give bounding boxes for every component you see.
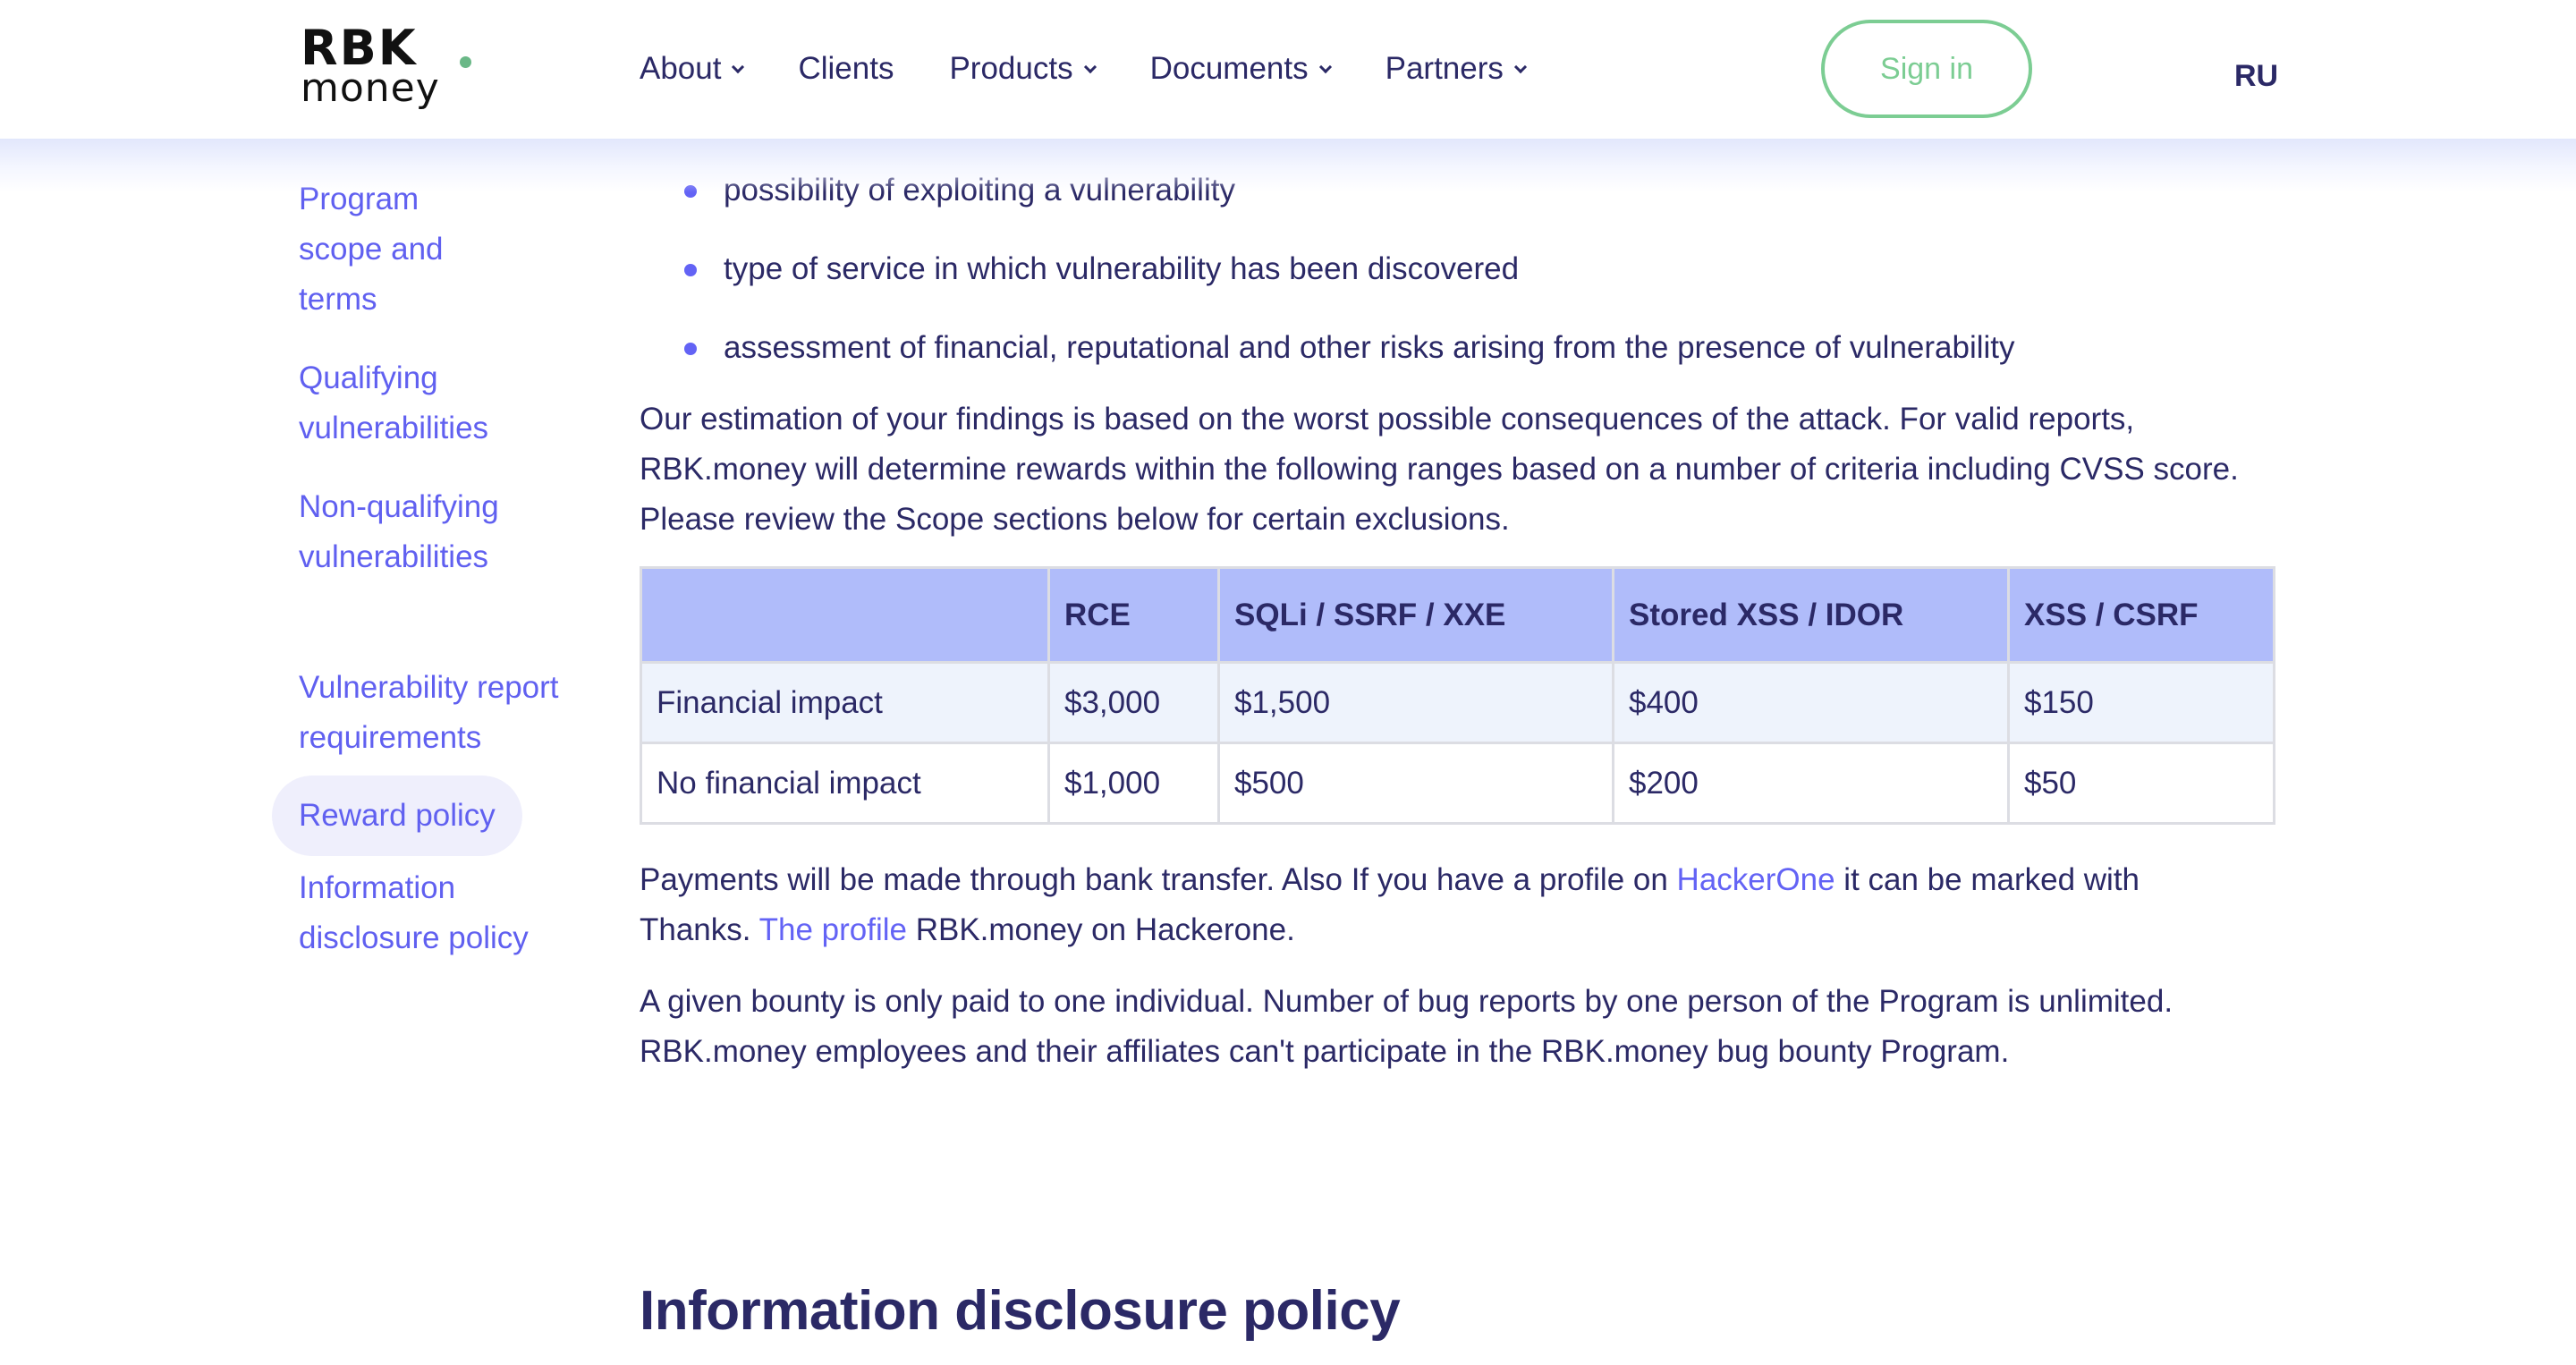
nav-item-about[interactable]: About bbox=[640, 51, 745, 87]
table-row: No financial impact $1,000 $500 $200 $50 bbox=[640, 742, 2275, 825]
rbk-money-logo[interactable]: RBK money bbox=[301, 23, 479, 113]
payments-text: RBK.money on Hackerone. bbox=[906, 912, 1295, 947]
nav-item-label: About bbox=[640, 51, 722, 86]
logo-dot bbox=[460, 56, 471, 68]
bullet-icon bbox=[684, 343, 697, 355]
list-item: assessment of financial, reputational an… bbox=[640, 323, 2276, 373]
table-cell: $400 bbox=[1612, 661, 2010, 744]
table-cell: Financial impact bbox=[640, 661, 1050, 744]
payments-text: Payments will be made through bank trans… bbox=[640, 862, 1677, 897]
table-cell: $1,000 bbox=[1047, 742, 1220, 825]
hackerone-link[interactable]: HackerOne bbox=[1677, 862, 1835, 897]
table-header-row: RCE SQLi / SSRF / XXE Stored XSS / IDOR … bbox=[640, 566, 2275, 664]
nav-item-products[interactable]: Products bbox=[949, 51, 1097, 87]
sidebar-item-program-scope[interactable]: Program scope and terms bbox=[272, 174, 513, 325]
nav-item-label: Clients bbox=[798, 51, 894, 86]
table-cell: $150 bbox=[2007, 661, 2275, 744]
nav-item-label: Documents bbox=[1149, 51, 1309, 86]
nav-item-label: Products bbox=[949, 51, 1073, 86]
nav-item-clients[interactable]: Clients bbox=[798, 51, 894, 87]
sidebar-item-report-requirements[interactable]: Vulnerability report requirements bbox=[272, 663, 594, 763]
table-row: Financial impact $3,000 $1,500 $400 $150 bbox=[640, 661, 2275, 744]
list-item: possibility of exploiting a vulnerabilit… bbox=[640, 165, 2276, 216]
chevron-down-icon bbox=[1318, 60, 1332, 74]
bullet-icon bbox=[684, 185, 697, 198]
table-cell: $200 bbox=[1612, 742, 2010, 825]
payments-paragraph: Payments will be made through bank trans… bbox=[640, 855, 2250, 955]
sign-in-button[interactable]: Sign in bbox=[1821, 20, 2032, 118]
table-header-cell: Stored XSS / IDOR bbox=[1612, 566, 2010, 664]
table-header-cell bbox=[640, 566, 1050, 664]
profile-link[interactable]: The profile bbox=[759, 912, 907, 947]
estimation-paragraph: Our estimation of your findings is based… bbox=[640, 402, 2239, 537]
table-header-cell: XSS / CSRF bbox=[2007, 566, 2275, 664]
bounty-paragraph: A given bounty is only paid to one indiv… bbox=[640, 984, 2174, 1069]
criteria-list: possibility of exploiting a vulnerabilit… bbox=[640, 165, 2276, 373]
list-item-text: assessment of financial, reputational an… bbox=[724, 330, 2015, 365]
sidebar-nav: Program scope and terms Qualifying vulne… bbox=[272, 174, 594, 992]
nav-item-partners[interactable]: Partners bbox=[1385, 51, 1527, 87]
language-switch[interactable]: RU bbox=[2234, 59, 2278, 94]
list-item: type of service in which vulnerability h… bbox=[640, 244, 2276, 294]
section-title-disclosure-policy: Information disclosure policy bbox=[640, 1280, 1401, 1342]
chevron-down-icon bbox=[732, 60, 745, 74]
logo-money-text: money bbox=[301, 65, 440, 111]
table-cell: $500 bbox=[1217, 742, 1614, 825]
sidebar-item-qualifying[interactable]: Qualifying vulnerabilities bbox=[272, 353, 513, 454]
sidebar-item-non-qualifying[interactable]: Non-qualifying vulnerabilities bbox=[272, 482, 531, 582]
main-nav: About Clients Products Documents Partner… bbox=[640, 47, 1580, 91]
list-item-text: possibility of exploiting a vulnerabilit… bbox=[724, 173, 1235, 208]
rewards-table: RCE SQLi / SSRF / XXE Stored XSS / IDOR … bbox=[640, 566, 2275, 825]
table-cell: No financial impact bbox=[640, 742, 1050, 825]
sidebar-item-reward-policy[interactable]: Reward policy bbox=[272, 776, 522, 856]
chevron-down-icon bbox=[1083, 60, 1097, 74]
nav-item-documents[interactable]: Documents bbox=[1149, 51, 1332, 87]
bullet-icon bbox=[684, 264, 697, 276]
site-header: RBK money About Clients Products Documen… bbox=[0, 0, 2576, 139]
nav-item-label: Partners bbox=[1385, 51, 1504, 86]
list-item-text: type of service in which vulnerability h… bbox=[724, 251, 1520, 286]
table-cell: $3,000 bbox=[1047, 661, 1220, 744]
main-content: possibility of exploiting a vulnerabilit… bbox=[640, 165, 2276, 1098]
table-cell: $1,500 bbox=[1217, 661, 1614, 744]
sidebar-item-disclosure-policy[interactable]: Information disclosure policy bbox=[272, 863, 558, 963]
table-cell: $50 bbox=[2007, 742, 2275, 825]
table-header-cell: SQLi / SSRF / XXE bbox=[1217, 566, 1614, 664]
chevron-down-icon bbox=[1513, 60, 1527, 74]
table-header-cell: RCE bbox=[1047, 566, 1220, 664]
